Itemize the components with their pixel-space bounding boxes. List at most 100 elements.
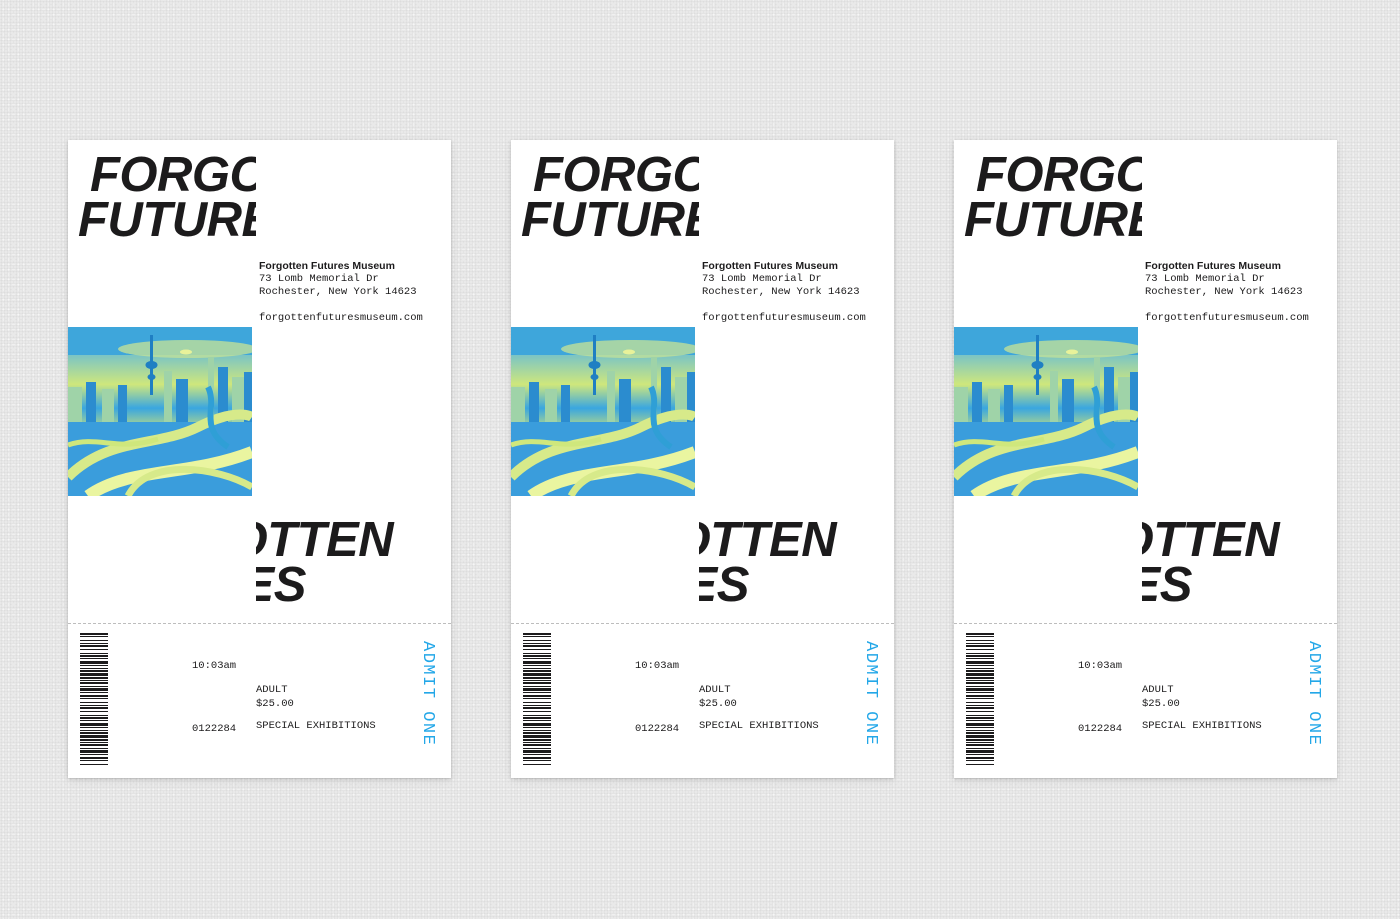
venue-name: Forgotten Futures Museum (1145, 260, 1281, 272)
exhibition-name: SPECIAL EXHIBITIONS (1142, 720, 1262, 732)
barcode-bar (80, 732, 108, 734)
tower-pod (1033, 374, 1042, 380)
barcode-bar (80, 705, 108, 706)
venue-name: Forgotten Futures Museum (702, 260, 838, 272)
address-line-2: Rochester, New York 14623 (259, 286, 417, 298)
barcode-bar (523, 757, 551, 759)
barcode-bar (523, 649, 551, 650)
tower-pod (145, 361, 158, 369)
perforation-line (954, 623, 1337, 624)
barcode-bar (523, 742, 551, 743)
address-line-2: Rochester, New York 14623 (1145, 286, 1303, 298)
barcode-bar (523, 744, 551, 746)
futuristic-city-image (68, 327, 252, 496)
barcode-bar (80, 715, 108, 716)
barcode-bar (523, 658, 551, 659)
ticket-type: ADULT (256, 684, 288, 696)
barcode-bar (523, 673, 551, 676)
cloud (118, 340, 252, 358)
barcode-bar (80, 665, 108, 666)
perforation-line (68, 623, 451, 624)
barcode-bar (966, 742, 994, 743)
barcode-bar (966, 750, 994, 753)
barcode-bar (80, 677, 108, 679)
barcode-bar (523, 732, 551, 734)
barcode-bar (523, 727, 551, 728)
barcode-bar (80, 692, 108, 693)
barcode-bar (523, 717, 551, 719)
barcode-bar (523, 698, 551, 699)
barcode-bar (523, 735, 551, 738)
barcode-bar (80, 750, 108, 753)
barcode-bar (80, 760, 108, 761)
barcode-bar (523, 692, 551, 693)
barcode-bar (966, 715, 994, 716)
barcode-bar (523, 748, 551, 749)
barcode-bar (966, 668, 994, 669)
barcode-bar (966, 649, 994, 650)
building (68, 387, 82, 427)
title-bottom: FORGOTTEN FUTURES (1142, 505, 1337, 620)
barcode-bar (523, 633, 551, 635)
flying-craft (623, 349, 635, 355)
building (176, 379, 188, 429)
tower-pod (147, 374, 156, 380)
title-line-2: FUTURES (964, 193, 1142, 247)
barcode-bar (966, 739, 994, 741)
barcode-bar (966, 645, 994, 647)
barcode-bar (80, 680, 108, 681)
barcode-bar (80, 633, 108, 635)
barcode-bar (966, 754, 994, 755)
barcode-bar (80, 707, 108, 709)
title-top: FORGOTTEN FUTURES (68, 140, 256, 255)
flying-craft (180, 349, 192, 355)
barcode-bar (80, 688, 108, 691)
barcode-bar (80, 670, 108, 672)
barcode-bar (523, 707, 551, 709)
ticket-type: ADULT (1142, 684, 1174, 696)
tower-pod (1031, 361, 1044, 369)
barcode-bar (966, 757, 994, 759)
barcode-bar (523, 688, 551, 691)
ticket-serial: 0122284 (1078, 723, 1123, 735)
barcode-bar (80, 702, 108, 703)
barcode-bar (523, 695, 551, 697)
title-line-2: FUTURES (1142, 558, 1192, 612)
barcode-bar (523, 655, 551, 657)
barcode-bar (523, 715, 551, 716)
ticket-2: FORGOTTEN FUTURES Forgotten Futures Muse… (511, 140, 894, 778)
barcode-bar (80, 764, 108, 765)
title-line-2: FUTURES (521, 193, 699, 247)
futuristic-city-image (511, 327, 695, 496)
cloud (1004, 340, 1138, 358)
barcode-bar (523, 661, 551, 664)
barcode-bar (80, 735, 108, 738)
website: forgottenfuturesmuseum.com (1145, 312, 1309, 324)
barcode-bar (966, 688, 994, 691)
barcode-bar (80, 723, 108, 726)
barcode-bar (523, 686, 551, 687)
title-bottom: FORGOTTEN FUTURES (256, 505, 451, 620)
exhibition-name: SPECIAL EXHIBITIONS (256, 720, 376, 732)
barcode-bar (80, 717, 108, 719)
title-line-2: FUTURES (699, 558, 749, 612)
barcode-bar (966, 735, 994, 738)
barcode-bar (80, 682, 108, 684)
ticket-price: $25.00 (699, 698, 737, 710)
barcode-bar (966, 764, 994, 765)
venue-address: Forgotten Futures Museum 73 Lomb Memoria… (259, 260, 423, 325)
website: forgottenfuturesmuseum.com (259, 312, 423, 324)
admit-one-label: ADMIT ONE (418, 641, 437, 747)
barcode-bar (523, 720, 551, 721)
barcode-bar (523, 764, 551, 765)
barcode-bar (80, 661, 108, 664)
barcode-bar (966, 633, 994, 635)
barcode-bar (80, 645, 108, 647)
ticket-price: $25.00 (1142, 698, 1180, 710)
barcode-bar (966, 665, 994, 666)
barcode-bar (523, 730, 551, 731)
barcode-bar (966, 732, 994, 734)
entry-time: 10:03am (635, 660, 680, 672)
title-line-2: FUTURES (78, 193, 256, 247)
venue-address: Forgotten Futures Museum 73 Lomb Memoria… (1145, 260, 1309, 325)
